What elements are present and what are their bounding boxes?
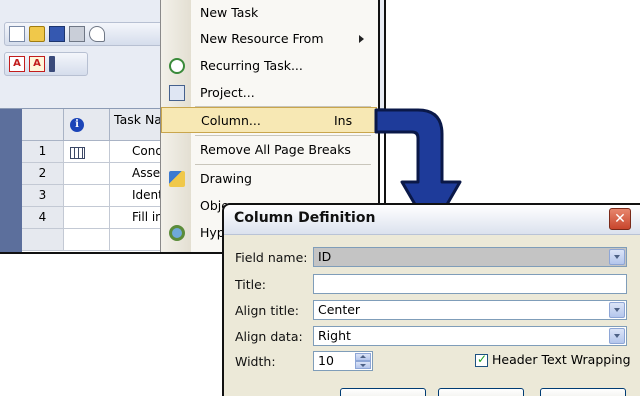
print-preview-icon[interactable]	[89, 26, 105, 42]
calendar-indicator-icon	[70, 147, 85, 159]
align-title-select[interactable]: Center	[313, 300, 627, 320]
field-name-select[interactable]: ID	[313, 247, 627, 267]
indicator-cell	[64, 163, 110, 185]
recurring-task-icon	[169, 58, 185, 74]
align-data-value: Right	[318, 328, 351, 343]
print-icon[interactable]	[69, 26, 85, 42]
row-number[interactable]: 2	[22, 163, 64, 185]
ok-button[interactable]	[438, 388, 524, 396]
menu-item-shortcut: Ins	[334, 113, 353, 128]
standard-toolbar	[4, 22, 174, 46]
menu-item-recurring-task[interactable]: Recurring Task...	[161, 53, 377, 79]
dialog-titlebar[interactable]: Column Definition ✕	[224, 205, 640, 235]
width-spinner[interactable]: 10	[313, 351, 373, 371]
open-folder-icon[interactable]	[29, 26, 45, 42]
toolbar-options-icon[interactable]	[49, 56, 55, 72]
submenu-arrow-icon	[359, 35, 364, 43]
menu-item-remove-page-breaks[interactable]: Remove All Page Breaks	[161, 137, 377, 163]
chevron-down-icon[interactable]	[609, 328, 625, 344]
chevron-down-icon[interactable]	[609, 249, 625, 265]
drawing-icon	[169, 171, 185, 187]
row-number[interactable]: 1	[22, 141, 64, 163]
hyperlink-icon	[169, 225, 185, 241]
align-data-label: Align data:	[235, 329, 303, 344]
field-name-label: Field name:	[235, 250, 308, 265]
align-title-value: Center	[318, 302, 361, 317]
column-definition-dialog: Column Definition ✕ Field name: ID Title…	[222, 203, 640, 396]
title-label: Title:	[235, 277, 266, 292]
menu-item-column[interactable]: Column... Ins	[161, 107, 377, 133]
task-name-header-label: Task Na	[114, 112, 162, 127]
project-icon	[169, 85, 185, 101]
close-icon[interactable]: ✕	[609, 208, 631, 230]
menu-item-new-task[interactable]: New Task	[161, 0, 377, 26]
menu-item-drawing[interactable]: Drawing	[161, 166, 377, 192]
width-value: 10	[318, 353, 334, 368]
best-fit-button[interactable]	[340, 388, 426, 396]
width-label: Width:	[235, 354, 276, 369]
menu-item-project[interactable]: Project...	[161, 80, 377, 106]
indicator-cell	[64, 185, 110, 207]
indicator-cell	[64, 207, 110, 229]
menu-item-label: Drawing	[200, 171, 252, 186]
pdf-icon[interactable]: A	[9, 56, 25, 72]
menu-item-label: Project...	[200, 85, 255, 100]
indicator-cell	[64, 229, 110, 251]
menu-item-label: Column...	[201, 113, 261, 128]
row-number[interactable]	[22, 229, 64, 251]
info-icon: i	[70, 118, 84, 132]
align-data-select[interactable]: Right	[313, 326, 627, 346]
menu-item-label: New Resource From	[200, 31, 324, 46]
align-title-label: Align title:	[235, 303, 299, 318]
header-wrap-checkbox[interactable]	[475, 352, 488, 367]
menu-separator	[195, 135, 371, 136]
menu-separator	[195, 164, 371, 165]
pdf-settings-icon[interactable]: A	[29, 56, 45, 72]
menu-item-label: Recurring Task...	[200, 58, 303, 73]
menu-item-label: New Task	[200, 5, 259, 20]
title-input[interactable]	[313, 274, 627, 294]
header-wrap-label[interactable]: Header Text Wrapping	[492, 352, 631, 367]
row-number-header	[22, 109, 64, 141]
cancel-button[interactable]	[540, 388, 626, 396]
chevron-down-icon[interactable]	[609, 302, 625, 318]
new-document-icon[interactable]	[9, 26, 25, 42]
row-number[interactable]: 4	[22, 207, 64, 229]
menu-item-label: Remove All Page Breaks	[200, 142, 351, 157]
row-number[interactable]: 3	[22, 185, 64, 207]
save-icon[interactable]	[49, 26, 65, 42]
dialog-title: Column Definition	[234, 210, 376, 226]
menu-item-new-resource-from[interactable]: New Resource From	[161, 26, 377, 52]
grid-select-all[interactable]	[0, 109, 22, 252]
field-name-value: ID	[318, 249, 332, 264]
pdf-toolbar: A A	[4, 52, 88, 76]
spin-up-icon[interactable]	[355, 353, 371, 361]
spin-down-icon[interactable]	[355, 361, 371, 369]
